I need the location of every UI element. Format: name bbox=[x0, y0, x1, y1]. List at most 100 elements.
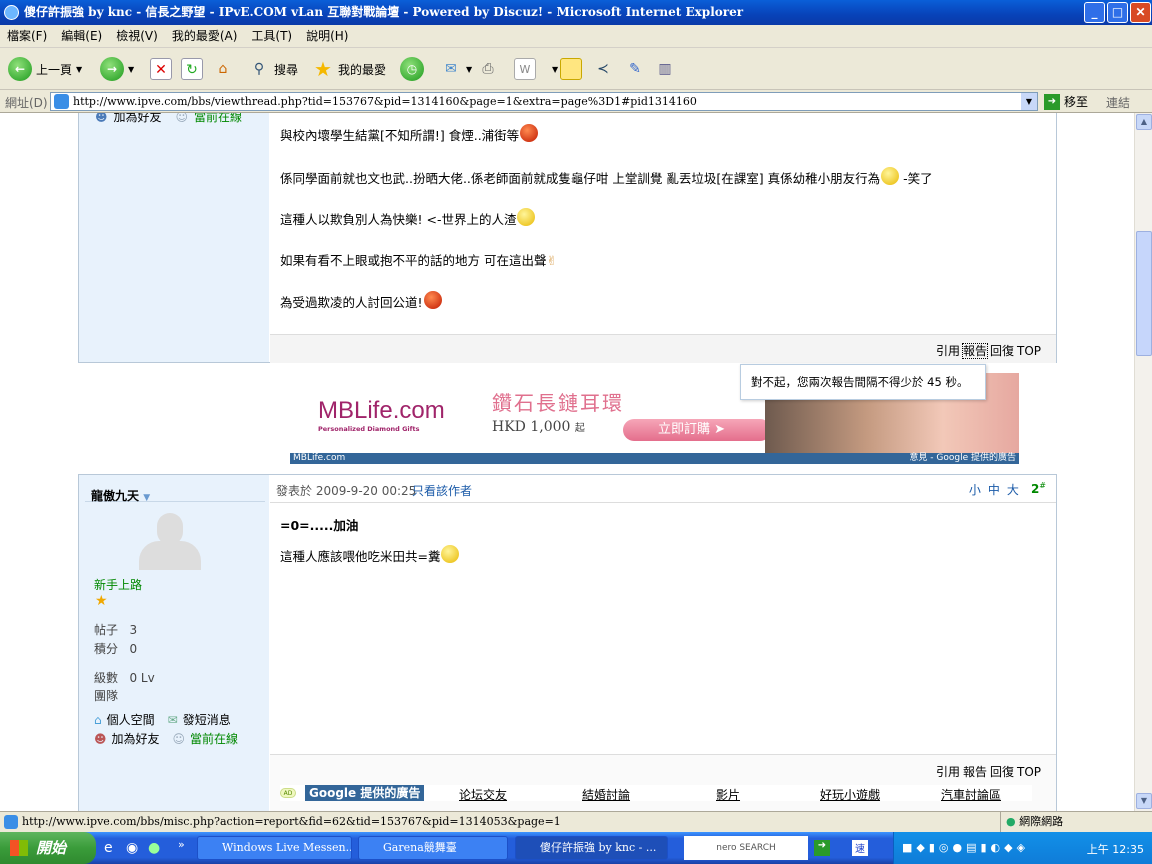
print-icon[interactable]: ⎙ bbox=[477, 58, 499, 80]
post-1-line: 與校內壞學生結黨[不知所謂!] 食煙..浦街等 bbox=[280, 124, 539, 144]
menu-help[interactable]: 說明(H) bbox=[299, 25, 355, 48]
messenger-icon[interactable]: ≺ bbox=[592, 58, 614, 80]
stat-label: 級數 bbox=[94, 671, 119, 685]
page-icon bbox=[54, 94, 69, 109]
font-large-link[interactable]: 大 bbox=[1007, 481, 1019, 498]
post-1-line: 這種人以欺負別人為快樂! <-世界上的人渣 bbox=[280, 208, 536, 228]
ad-link[interactable]: 影片 bbox=[716, 786, 740, 803]
minimize-button[interactable]: _ bbox=[1084, 2, 1105, 23]
favorites-label: 我的最愛 bbox=[338, 62, 387, 77]
taskbar-item-garena[interactable]: Garena競舞臺 bbox=[358, 836, 508, 860]
post-1-line: 如果有看不上眼或抱不平的話的地方 可在這出聲✌ bbox=[280, 253, 557, 268]
research-icon[interactable]: ▥ bbox=[654, 58, 676, 80]
add-friend-link[interactable]: 加為好友 bbox=[112, 730, 160, 747]
menu-file[interactable]: 檔案(F) bbox=[0, 25, 54, 48]
reply-link[interactable]: 回復 bbox=[990, 344, 1014, 358]
ad-link[interactable]: 好玩小遊戲 bbox=[820, 786, 880, 803]
font-small-link[interactable]: 小 bbox=[969, 481, 981, 498]
menu-view[interactable]: 檢視(V) bbox=[109, 25, 165, 48]
report-link[interactable]: 報告 bbox=[961, 343, 988, 359]
message-icon: ✉ bbox=[167, 712, 178, 727]
maximize-button[interactable]: □ bbox=[1107, 2, 1128, 23]
pen-icon[interactable]: ✎ bbox=[624, 58, 646, 80]
home-icon[interactable]: ⌂ bbox=[212, 58, 234, 80]
scroll-down-button[interactable]: ▼ bbox=[1136, 793, 1152, 809]
refresh-icon[interactable]: ↻ bbox=[181, 58, 203, 80]
page-content: ☻ 加為好友 ☺ 當前在線 與校內壞學生結黨[不知所謂!] 食煙..浦街等 係同學面… bbox=[0, 113, 1134, 811]
author-menu-chevron-icon[interactable]: ▼ bbox=[143, 493, 150, 503]
close-button[interactable]: ✕ bbox=[1130, 2, 1151, 23]
google-ads-label[interactable]: Google 提供的廣告 bbox=[305, 785, 425, 801]
top-link[interactable]: TOP bbox=[1017, 765, 1041, 779]
page-icon bbox=[4, 815, 18, 829]
quote-link[interactable]: 引用 bbox=[936, 344, 960, 358]
ad-link[interactable]: 汽車討論區 bbox=[941, 786, 1001, 803]
ad-headline: 鑽石長鏈耳環 bbox=[492, 391, 624, 415]
ad-brand: MBLife.com bbox=[318, 397, 445, 424]
online-status[interactable]: 當前在線 bbox=[190, 730, 238, 747]
reply-link[interactable]: 回復 bbox=[990, 765, 1014, 779]
go-button[interactable]: ➜ 移至 bbox=[1044, 93, 1088, 110]
scroll-thumb[interactable] bbox=[1136, 231, 1152, 356]
clock: 上午 12:35 bbox=[1086, 843, 1144, 856]
address-url: http://www.ipve.com/bbs/viewthread.php?t… bbox=[73, 95, 697, 108]
address-input[interactable]: http://www.ipve.com/bbs/viewthread.php?t… bbox=[50, 92, 1038, 111]
stop-icon[interactable]: ✕ bbox=[150, 58, 172, 80]
favorites-button[interactable]: ★ 我的最愛 bbox=[312, 55, 386, 83]
add-friend-icon: ☻ bbox=[94, 731, 107, 746]
quicklaunch-browser-icon[interactable]: ◉ bbox=[126, 840, 138, 856]
word-edit-icon[interactable]: W bbox=[514, 58, 536, 80]
go-label: 移至 bbox=[1064, 95, 1089, 109]
quicklaunch-ie-icon[interactable]: e bbox=[104, 840, 113, 856]
tray-icons[interactable]: ■◆▮◎●▤▮◐◆◈ bbox=[902, 841, 1029, 854]
menu-favorites[interactable]: 我的最愛(A) bbox=[165, 25, 245, 48]
back-button[interactable]: ← 上一頁 ▼ bbox=[8, 55, 82, 83]
font-medium-link[interactable]: 中 bbox=[988, 481, 1000, 498]
quote-link[interactable]: 引用 bbox=[936, 765, 960, 779]
history-icon[interactable]: ◷ bbox=[400, 57, 424, 81]
post-2-sidebar: 龍傲九天 ▼ 新手上路 ★ 帖子 3 積分 0 級數 0 Lv 團隊 ⌂ 個人空間… bbox=[79, 475, 269, 811]
stat-value: 3 bbox=[129, 623, 138, 637]
post-date: 發表於 2009-9-20 00:25 bbox=[276, 484, 417, 498]
home-space-icon: ⌂ bbox=[94, 712, 102, 727]
online-status[interactable]: 當前在線 bbox=[194, 113, 242, 125]
links-button[interactable]: 連結 bbox=[1106, 94, 1130, 111]
add-friend-link[interactable]: 加為好友 bbox=[114, 113, 162, 125]
personal-space-link[interactable]: 個人空間 bbox=[107, 711, 155, 728]
ad-footer-brand[interactable]: MBLife.com bbox=[293, 453, 345, 463]
start-button[interactable]: 開始 bbox=[0, 832, 96, 864]
search-go-icon[interactable]: ➜ bbox=[814, 840, 830, 856]
back-arrow-icon: ← bbox=[8, 57, 32, 81]
forward-button[interactable]: → ▼ bbox=[100, 55, 134, 83]
ad-cta-button[interactable]: 立即訂購 ➤ bbox=[623, 419, 771, 441]
ad-feedback-link[interactable]: 意見 - Google 提供的廣告 bbox=[909, 453, 1016, 464]
taskbar-item-ie[interactable]: 傻仔許振強 by knc - ... bbox=[515, 836, 668, 860]
quicklaunch-messenger-icon[interactable]: ● bbox=[148, 840, 160, 856]
stat-label: 帖子 bbox=[94, 623, 119, 637]
search-button[interactable]: ⚲ 搜尋 bbox=[248, 55, 298, 83]
post-1-line: 係同學面前就也文也武..扮晒大佬..係老師面前就成隻龜仔咁 上堂訓覺 亂丟垃圾[… bbox=[280, 167, 933, 187]
post-2-body: 這種人應該喂他吃米田共=糞 bbox=[280, 545, 460, 565]
report-tooltip: 對不起，您兩次報告間隔不得少於 45 秒。 bbox=[740, 364, 986, 400]
top-link[interactable]: TOP bbox=[1017, 344, 1041, 358]
ad-link[interactable]: 結婚討論 bbox=[582, 786, 630, 803]
menu-edit[interactable]: 編輯(E) bbox=[54, 25, 109, 48]
address-dropdown[interactable]: ▼ bbox=[1021, 93, 1037, 110]
send-message-link[interactable]: 發短消息 bbox=[183, 711, 231, 728]
quicklaunch-more-icon[interactable]: » bbox=[178, 838, 185, 851]
ad-price-suffix: 起 bbox=[574, 423, 585, 434]
menu-tools[interactable]: 工具(T) bbox=[244, 25, 299, 48]
mail-icon[interactable]: ✉ bbox=[440, 58, 462, 80]
vertical-scrollbar[interactable]: ▲ ▼ bbox=[1134, 113, 1152, 811]
author-name[interactable]: 龍傲九天 bbox=[91, 489, 139, 503]
only-author-link[interactable]: 只看該作者 bbox=[412, 482, 472, 499]
note-icon[interactable] bbox=[560, 58, 582, 80]
ad-price: HKD 1,000 bbox=[492, 419, 571, 435]
language-icon[interactable]: 速 bbox=[852, 840, 868, 856]
taskbar-item-messenger[interactable]: Windows Live Messen... bbox=[197, 836, 352, 860]
post-2-header: 發表於 2009-9-20 00:25 只看該作者 小中大 2# bbox=[270, 475, 1056, 503]
nero-search-box[interactable]: nero SEARCH bbox=[684, 836, 808, 860]
scroll-up-button[interactable]: ▲ bbox=[1136, 114, 1152, 130]
report-link[interactable]: 報告 bbox=[963, 765, 987, 779]
ad-link[interactable]: 论坛交友 bbox=[459, 786, 507, 803]
